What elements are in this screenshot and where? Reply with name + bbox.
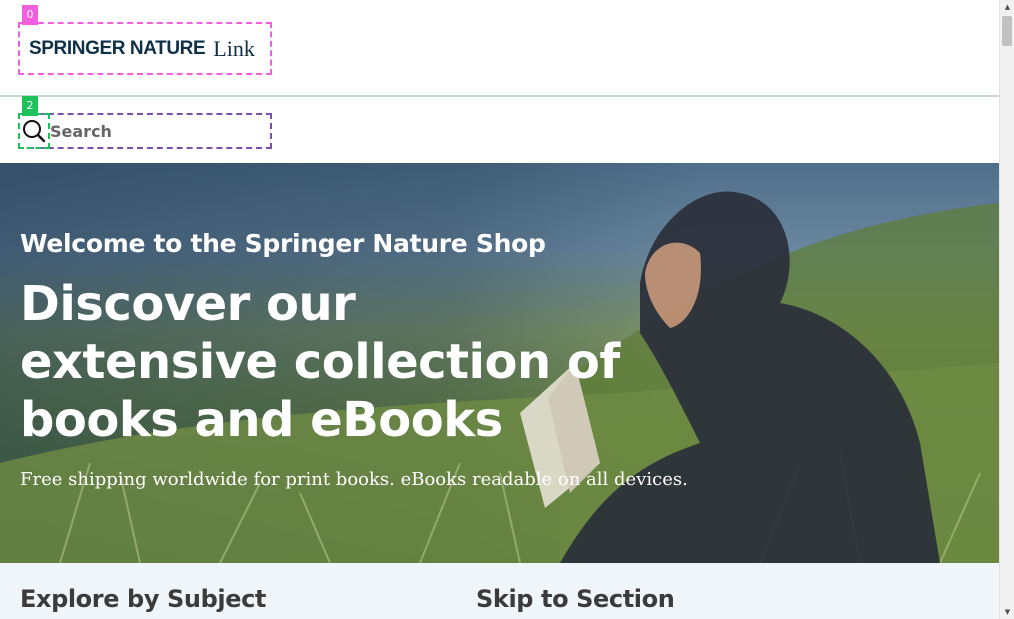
explore-by-subject-heading: Explore by Subject (20, 585, 266, 613)
search-icon (23, 120, 46, 143)
skip-to-section-heading: Skip to Section (476, 585, 675, 613)
hero-banner: Welcome to the Springer Nature Shop Disc… (0, 163, 999, 563)
scrollbar-thumb[interactable] (1002, 16, 1012, 46)
springer-nature-link-logo[interactable]: SPRINGER NATURE Link (18, 22, 272, 75)
search-input[interactable] (50, 116, 268, 146)
search-bar (0, 99, 999, 163)
logo-link-text: Link (213, 35, 255, 61)
site-header: SPRINGER NATURE Link 0 (0, 0, 999, 97)
hero-title: Discover our extensive collection of boo… (20, 276, 620, 448)
page: SPRINGER NATURE Link 0 2 (0, 0, 999, 619)
hero-welcome-heading: Welcome to the Springer Nature Shop (20, 229, 546, 258)
scroll-up-arrow-icon[interactable]: ▲ (1000, 0, 1014, 14)
navigation-section: Explore by Subject Skip to Section (0, 563, 999, 619)
search-button[interactable] (18, 113, 50, 149)
element-index-badge: 0 (22, 5, 38, 25)
page-scrollbar[interactable]: ▲ ▼ (999, 0, 1014, 619)
logo-brand-text: SPRINGER NATURE (29, 37, 206, 59)
hero-subtitle: Free shipping worldwide for print books.… (20, 469, 688, 490)
scroll-down-arrow-icon[interactable]: ▼ (1000, 605, 1014, 619)
element-index-badge: 2 (22, 96, 38, 116)
